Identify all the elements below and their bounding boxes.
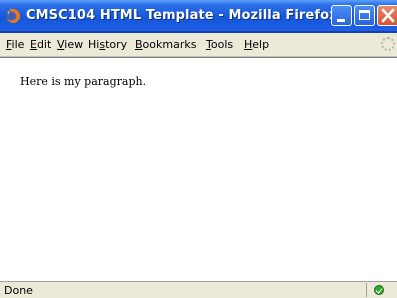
page-paragraph: Here is my paragraph. bbox=[20, 75, 147, 88]
browser-window: CMSC104 HTML Template - Mozilla Firefox … bbox=[0, 0, 397, 298]
menu-edit[interactable]: Edit bbox=[30, 38, 51, 51]
status-bar: Done bbox=[0, 281, 397, 298]
firefox-icon bbox=[5, 8, 21, 24]
menu-tools[interactable]: Tools bbox=[206, 38, 233, 51]
menu-file[interactable]: File bbox=[6, 38, 24, 51]
menu-bar: File Edit View History Bookmarks Tools H… bbox=[0, 33, 397, 57]
menu-view[interactable]: View bbox=[57, 38, 83, 51]
menu-help[interactable]: Help bbox=[244, 38, 269, 51]
menu-history[interactable]: History bbox=[88, 38, 127, 51]
check-icon bbox=[374, 285, 384, 295]
status-text: Done bbox=[4, 284, 33, 297]
minimize-button[interactable] bbox=[331, 5, 352, 26]
status-divider bbox=[366, 283, 367, 297]
title-bar[interactable]: CMSC104 HTML Template - Mozilla Firefox bbox=[0, 0, 397, 33]
maximize-button[interactable] bbox=[354, 5, 375, 26]
page-content[interactable]: Here is my paragraph. bbox=[0, 57, 397, 282]
throbber-icon bbox=[381, 37, 395, 51]
window-title: CMSC104 HTML Template - Mozilla Firefox bbox=[26, 8, 338, 23]
close-button[interactable] bbox=[377, 5, 397, 26]
close-icon bbox=[381, 8, 395, 23]
menu-bookmarks[interactable]: Bookmarks bbox=[135, 38, 196, 51]
